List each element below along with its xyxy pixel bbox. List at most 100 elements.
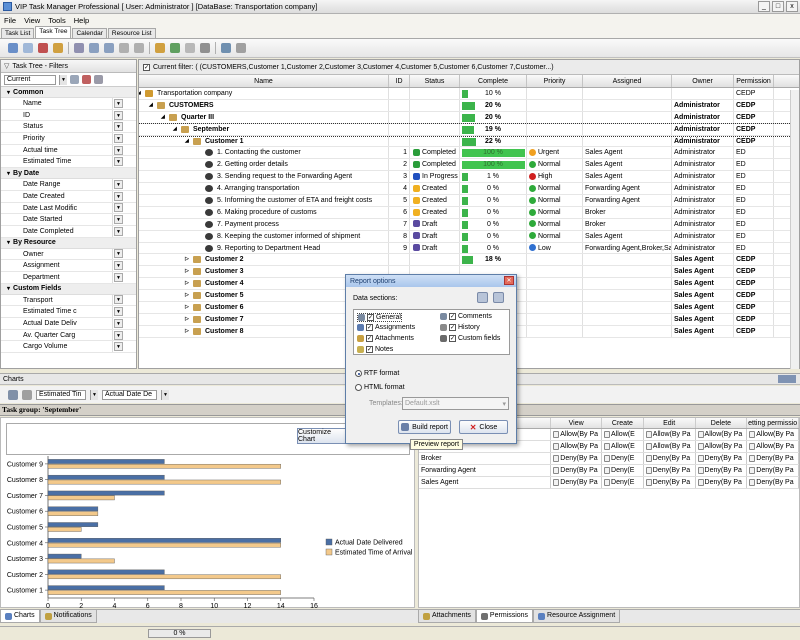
table-row[interactable]: 1. Contacting the customer 1 Completed 100 … xyxy=(139,147,799,160)
section-custom-fields-checkbox[interactable]: ✓ xyxy=(449,335,456,342)
table-row[interactable]: ▷ Customer 2 18 % Sales Agent CEDP xyxy=(139,254,799,267)
section-notes-checkbox[interactable]: ✓ xyxy=(366,346,373,353)
table-row[interactable]: 7. Payment process 7 Draft 0 % Normal Broker A… xyxy=(139,218,799,231)
filter-field-button[interactable]: ▼ xyxy=(114,272,123,282)
permission-row[interactable]: Sales Agent Deny(By Pa Deny(E Deny(By Pa Den… xyxy=(419,477,799,489)
section-history-checkbox[interactable]: ✓ xyxy=(449,324,456,331)
permission-cell[interactable]: Deny(E xyxy=(602,465,644,476)
name-cell[interactable]: 8. Keeping the customer informed of ship… xyxy=(139,230,389,242)
permission-cell[interactable]: Deny(By Pa xyxy=(644,465,696,476)
tab-resource-assignment[interactable]: Resource Assignment xyxy=(533,610,621,623)
table-row[interactable]: ◢ CUSTOMERS 20 % Administrator CEDP xyxy=(139,99,799,112)
filter-field-row[interactable]: Actual Date Deliv ▼ xyxy=(1,318,136,330)
expand-icon[interactable]: ◢ xyxy=(139,88,141,99)
filter-field-button[interactable]: ▼ xyxy=(114,318,123,328)
permission-cell[interactable]: Deny(E xyxy=(602,453,644,464)
expand-icon[interactable]: ▷ xyxy=(185,278,189,289)
tab-charts[interactable]: Charts xyxy=(0,610,40,623)
expand-icon[interactable]: ◢ xyxy=(173,124,177,135)
section-attachments-checkbox[interactable]: ✓ xyxy=(366,335,373,342)
panel-options-icon[interactable] xyxy=(778,375,796,383)
expand-icon[interactable]: ▷ xyxy=(185,266,189,277)
filter-section-header[interactable]: ▾ Custom Fields xyxy=(1,283,136,295)
name-cell[interactable]: ◢ Customer 1 xyxy=(139,135,389,147)
expand-icon[interactable]: ◢ xyxy=(161,112,165,123)
section-history[interactable]: ✓ History xyxy=(440,324,480,331)
name-cell[interactable]: 5. Informing the customer of ETA and fre… xyxy=(139,195,389,206)
name-cell[interactable]: ◢ CUSTOMERS xyxy=(139,99,389,111)
filter-field-row[interactable]: Actual time ▼ xyxy=(1,144,136,157)
permission-cell[interactable]: Deny(E xyxy=(602,477,644,488)
delete-icon[interactable] xyxy=(38,43,48,53)
filter-field-row[interactable]: Transport ▼ xyxy=(1,294,136,307)
filter-field-row[interactable]: Date Range ▼ xyxy=(1,179,136,191)
name-cell[interactable]: ◢ Quarter III xyxy=(139,111,389,123)
deselect-all-icon[interactable] xyxy=(493,292,504,303)
clear-filter-icon[interactable] xyxy=(82,75,91,84)
permission-cell[interactable]: Allow(By Pa xyxy=(644,429,696,440)
filter-field-row[interactable]: Status ▼ xyxy=(1,121,136,134)
customize-chart-button[interactable]: Customize Chart xyxy=(297,428,351,444)
column-assigned[interactable]: Assigned xyxy=(583,75,672,87)
html-format-option[interactable]: HTML format xyxy=(355,384,405,391)
collapse-icon[interactable]: ▾ xyxy=(7,239,10,246)
menu-view[interactable]: View xyxy=(20,16,44,25)
close-button[interactable]: ✕ Close xyxy=(459,420,508,434)
section-comments-checkbox[interactable]: ✓ xyxy=(449,313,456,320)
filter-options-icon[interactable] xyxy=(94,75,103,84)
filter-field-row[interactable]: Department ▼ xyxy=(1,271,136,284)
expand-icon[interactable]: ◢ xyxy=(185,136,189,147)
filter-section-header[interactable]: ▾ Common xyxy=(1,87,136,98)
outdent-icon[interactable] xyxy=(134,43,144,53)
filter-field-button[interactable]: ▼ xyxy=(114,342,123,352)
permission-row[interactable]: Forwarding Agent Deny(By Pa Deny(E Deny(By … xyxy=(419,465,799,477)
permission-cell[interactable]: Allow(E xyxy=(602,429,644,440)
permission-cell[interactable]: Allow(E xyxy=(602,441,644,452)
table-row[interactable]: ◢ September 19 % Administrator CEDP xyxy=(139,122,799,137)
filter-field-button[interactable]: ▼ xyxy=(114,226,123,236)
name-cell[interactable]: ◢ Transportation company xyxy=(139,88,389,99)
filter-field-button[interactable]: ▼ xyxy=(114,133,123,143)
filter-field-button[interactable]: ▼ xyxy=(114,330,123,340)
layout-dropdown-icon[interactable] xyxy=(236,43,246,53)
name-cell[interactable]: ▷ Customer 2 xyxy=(139,254,389,266)
column-id[interactable]: ID xyxy=(389,75,410,87)
templates-select[interactable]: Default.xslt ▾ xyxy=(402,397,509,410)
build-report-button[interactable]: Build report xyxy=(398,420,451,434)
filter-field-row[interactable]: Date Completed ▼ xyxy=(1,225,136,238)
perm-column-edit[interactable]: Edit xyxy=(644,418,696,428)
print-chart-icon[interactable] xyxy=(8,389,18,400)
permission-cell[interactable]: Deny(By Pa xyxy=(696,477,748,488)
expand-icon[interactable]: ▷ xyxy=(185,302,189,313)
expand-icon[interactable]: ▷ xyxy=(185,254,189,265)
new-subtask-icon[interactable] xyxy=(23,43,33,53)
name-cell[interactable]: 7. Payment process xyxy=(139,218,389,230)
sort-icon[interactable] xyxy=(155,43,165,53)
html-format-radio[interactable] xyxy=(355,384,362,391)
column-owner[interactable]: Owner xyxy=(672,75,734,87)
filter-field-row[interactable]: Estimated Time c ▼ xyxy=(1,306,136,318)
permission-cell[interactable]: Allow(By Pa xyxy=(551,429,603,440)
table-row[interactable]: 2. Getting order details 2 Completed 100 % N… xyxy=(139,159,799,172)
menu-help[interactable]: Help xyxy=(70,16,93,25)
table-row[interactable]: ◢ Quarter III 20 % Administrator CEDP xyxy=(139,111,799,124)
tab-task-list[interactable]: Task List xyxy=(1,28,35,38)
permission-cell[interactable]: Deny(By Pa xyxy=(696,465,748,476)
section-general-checkbox[interactable]: ✓ xyxy=(367,314,374,321)
filter-field-row[interactable]: Cargo Volume ▼ xyxy=(1,341,136,354)
menu-file[interactable]: File xyxy=(0,16,20,25)
tools-dropdown-icon[interactable] xyxy=(200,43,210,53)
filter-field-button[interactable]: ▼ xyxy=(114,295,123,305)
collapse-icon[interactable]: ▾ xyxy=(7,89,10,96)
refresh-icon[interactable] xyxy=(170,43,180,53)
filter-field-row[interactable]: Date Started ▼ xyxy=(1,214,136,226)
chevron-down-icon[interactable]: ▼ xyxy=(161,389,169,400)
expand-icon[interactable]: ▷ xyxy=(185,326,189,337)
name-cell[interactable]: 4. Arranging transportation xyxy=(139,183,389,195)
expand-icon[interactable]: ▷ xyxy=(185,290,189,301)
perm-column-delete[interactable]: Delete xyxy=(696,418,748,428)
filter-field-row[interactable]: Av. Quarter Carg ▼ xyxy=(1,329,136,342)
name-cell[interactable]: 6. Making procedure of customs xyxy=(139,206,389,218)
filter-field-button[interactable]: ▼ xyxy=(114,110,123,120)
filter-field-button[interactable]: ▼ xyxy=(114,203,123,213)
